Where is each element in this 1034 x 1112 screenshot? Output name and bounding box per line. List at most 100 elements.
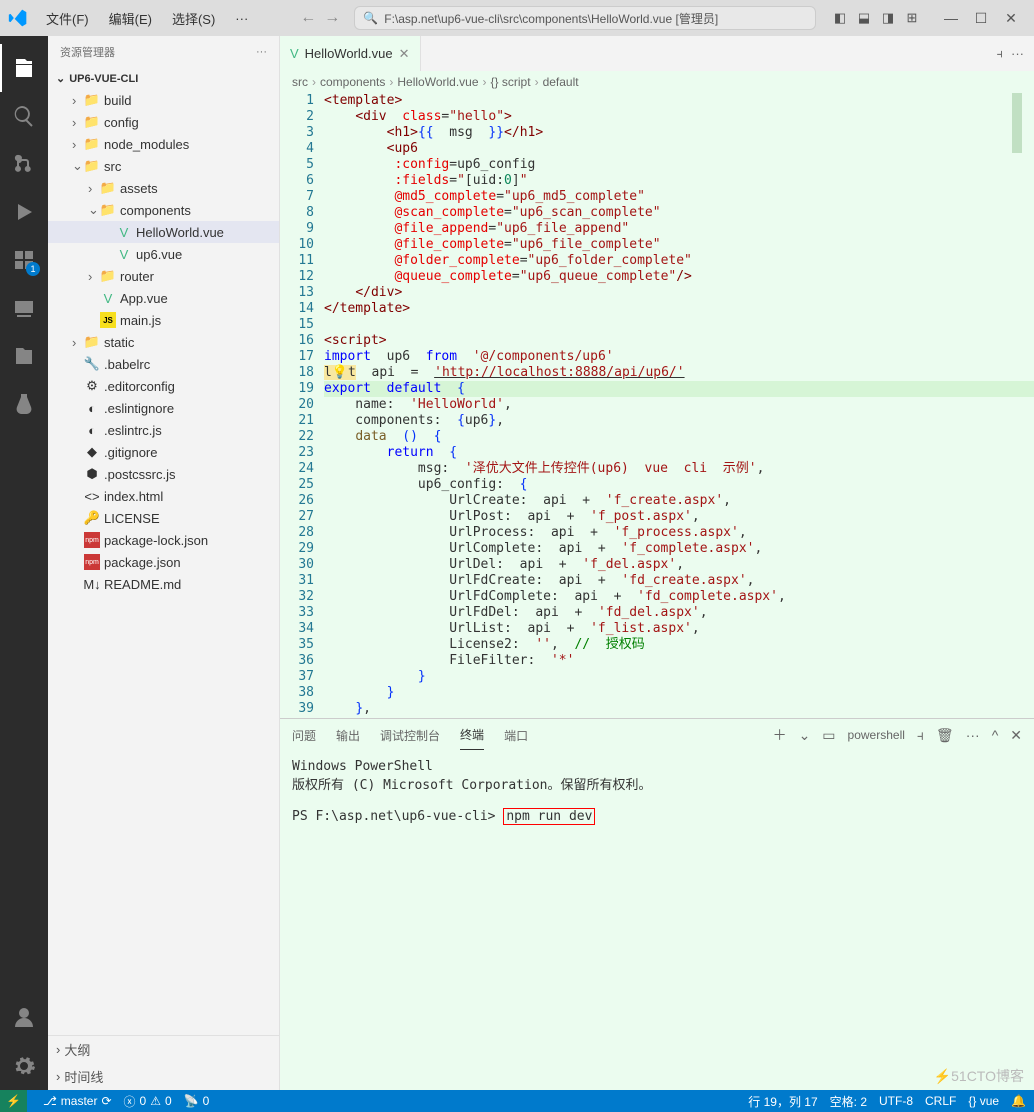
activity-scm[interactable] [0,140,48,188]
panel-close-icon[interactable]: ✕ [1010,727,1022,744]
breadcrumb-item[interactable]: src [292,75,308,89]
code-line[interactable]: components: {up6}, [324,413,1034,429]
breadcrumb-item[interactable]: HelloWorld.vue [397,75,478,89]
tree-item-components[interactable]: ⌄📁components [48,199,279,221]
breadcrumb[interactable]: src›components›HelloWorld.vue›{} script›… [280,71,1034,93]
panel-more-icon[interactable]: ··· [966,727,980,743]
tree-item--eslintrc-js[interactable]: ◐.eslintrc.js [48,419,279,441]
breadcrumb-item[interactable]: default [543,75,579,89]
code-line[interactable]: @md5_complete="up6_md5_complete" [324,189,1034,205]
sidebar-section[interactable]: ⌄ UP6-VUE-CLI [48,68,279,89]
code-line[interactable]: </template> [324,301,1034,317]
new-terminal-icon[interactable]: ＋ [773,725,787,745]
cursor-position[interactable]: 行 19，列 17 [748,1093,817,1110]
code-line[interactable]: UrlProcess: api + 'f_process.aspx', [324,525,1034,541]
remote-indicator[interactable]: ⚡ [0,1090,27,1112]
tree-item-src[interactable]: ⌄📁src [48,155,279,177]
editor-more-icon[interactable]: ··· [1011,46,1024,61]
tree-item-main-js[interactable]: JSmain.js [48,309,279,331]
minimap[interactable] [1012,93,1022,153]
code-line[interactable]: msg: '泽优大文件上传控件(up6) vue cli 示例', [324,461,1034,477]
tree-item-HelloWorld-vue[interactable]: VHelloWorld.vue [48,221,279,243]
code-line[interactable]: return { [324,445,1034,461]
tree-item-node_modules[interactable]: ›📁node_modules [48,133,279,155]
code-line[interactable]: up6_config: { [324,477,1034,493]
activity-testing[interactable] [0,380,48,428]
tree-item--postcssrc-js[interactable]: ⬢.postcssrc.js [48,463,279,485]
command-center[interactable]: 🔍 F:\asp.net\up6-vue-cli\src\components\… [354,6,816,30]
code-line[interactable]: UrlList: api + 'f_list.aspx', [324,621,1034,637]
minimize-icon[interactable]: — [936,10,966,27]
code-line[interactable]: <script> [324,333,1034,349]
panel-tab-4[interactable]: 端口 [504,721,528,750]
code-content[interactable]: <template> <div class="hello"> <h1>{{ ms… [324,93,1034,718]
split-editor-icon[interactable]: ⫞ [997,46,1004,62]
panel-tab-1[interactable]: 输出 [336,721,360,750]
indentation[interactable]: 空格: 2 [830,1093,867,1110]
tree-item--editorconfig[interactable]: ⚙.editorconfig [48,375,279,397]
outline-section[interactable]: ›大纲 [48,1036,279,1063]
split-terminal-icon[interactable]: ⫞ [917,727,924,744]
activity-debug[interactable] [0,188,48,236]
tree-item-build[interactable]: ›📁build [48,89,279,111]
code-line[interactable]: <up6 [324,141,1034,157]
encoding[interactable]: UTF-8 [879,1094,913,1108]
terminal-dropdown-icon[interactable]: ⌄ [799,727,811,744]
code-line[interactable]: name: 'HelloWorld', [324,397,1034,413]
tree-item-package-lock-json[interactable]: npmpackage-lock.json [48,529,279,551]
layout-panel-bottom-icon[interactable]: ⬓ [854,10,874,26]
close-icon[interactable]: ✕ [996,10,1026,27]
tree-item-App-vue[interactable]: VApp.vue [48,287,279,309]
code-line[interactable]: License2: '', // 授权码 [324,637,1034,653]
activity-settings[interactable] [0,1042,48,1090]
tree-item-package-json[interactable]: npmpackage.json [48,551,279,573]
problems-errors[interactable]: ⓧ 0 ⚠ 0 [124,1093,172,1110]
timeline-section[interactable]: ›时间线 [48,1063,279,1090]
menu-select[interactable]: 选择(S) [164,5,223,32]
code-line[interactable]: UrlFdDel: api + 'fd_del.aspx', [324,605,1034,621]
code-line[interactable]: <template> [324,93,1034,109]
code-line[interactable]: FileFilter: '*' [324,653,1034,669]
tab-helloworld[interactable]: V HelloWorld.vue ✕ [280,36,421,71]
code-line[interactable]: UrlCreate: api + 'f_create.aspx', [324,493,1034,509]
git-branch[interactable]: ⎇ master ⟳ [43,1094,112,1108]
panel-tab-3[interactable]: 终端 [460,720,484,750]
code-line[interactable]: :config=up6_config [324,157,1034,173]
code-line[interactable]: UrlFdCreate: api + 'fd_create.aspx', [324,573,1034,589]
layout-customize-icon[interactable]: ⊞ [902,10,922,26]
panel-tab-0[interactable]: 问题 [292,721,316,750]
tree-item--eslintignore[interactable]: ◐.eslintignore [48,397,279,419]
activity-account[interactable] [0,994,48,1042]
code-line[interactable]: } [324,685,1034,701]
code-line[interactable]: } [324,669,1034,685]
tree-item--babelrc[interactable]: 🔧.babelrc [48,353,279,375]
code-line[interactable] [324,317,1034,333]
tree-item-config[interactable]: ›📁config [48,111,279,133]
tree-item-router[interactable]: ›📁router [48,265,279,287]
activity-search[interactable] [0,92,48,140]
code-line[interactable]: </div> [324,285,1034,301]
panel-tab-2[interactable]: 调试控制台 [380,721,440,750]
code-line[interactable]: data () { [324,429,1034,445]
breadcrumb-item[interactable]: {} script [491,75,531,89]
code-line[interactable]: UrlDel: api + 'f_del.aspx', [324,557,1034,573]
tree-item-static[interactable]: ›📁static [48,331,279,353]
activity-explorer[interactable] [0,44,48,92]
sidebar-more-icon[interactable]: ··· [256,46,267,58]
code-line[interactable]: @scan_complete="up6_scan_complete" [324,205,1034,221]
language-mode[interactable]: {} vue [968,1094,999,1108]
panel-maximize-icon[interactable]: ^ [992,727,999,743]
tree-item-README-md[interactable]: M↓README.md [48,573,279,595]
activity-extensions[interactable]: 1 [0,236,48,284]
code-line[interactable]: :fields="[uid:0]" [324,173,1034,189]
nav-back-icon[interactable]: ← [300,9,316,27]
layout-panel-right-icon[interactable]: ◨ [878,10,898,26]
code-line[interactable]: <h1>{{ msg }}</h1> [324,125,1034,141]
menu-edit[interactable]: 编辑(E) [101,5,160,32]
tree-item-assets[interactable]: ›📁assets [48,177,279,199]
code-line[interactable]: @file_append="up6_file_append" [324,221,1034,237]
eol[interactable]: CRLF [925,1094,956,1108]
code-line[interactable]: @queue_complete="up6_queue_complete"/> [324,269,1034,285]
menu-more[interactable]: ··· [227,7,256,30]
notifications-icon[interactable]: 🔔 [1011,1094,1026,1108]
